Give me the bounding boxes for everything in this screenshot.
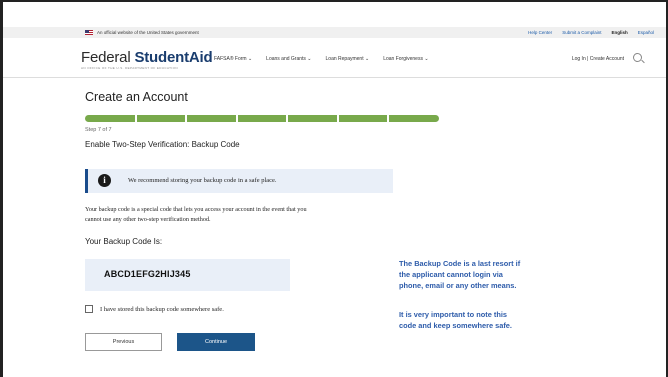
step-title: Enable Two-Step Verification: Backup Cod… xyxy=(85,140,240,149)
annotation-line: phone, email or any other means. xyxy=(399,281,517,290)
help-center-link[interactable]: Help Center xyxy=(528,30,552,35)
annotation-line: It is very important to note this xyxy=(399,310,507,319)
backup-code-label: Your Backup Code Is: xyxy=(85,237,163,246)
nav-loan-repayment[interactable]: Loan Repayment xyxy=(326,56,370,62)
step-label: Step 7 of 7 xyxy=(85,127,112,133)
submit-complaint-link[interactable]: Submit a Complaint xyxy=(562,30,601,35)
annotation-line: the applicant cannot login via xyxy=(399,270,503,279)
annotation-note-1: The Backup Code is a last resort if the … xyxy=(399,258,619,291)
continue-button[interactable]: Continue xyxy=(177,333,255,351)
nav-loans-and-grants[interactable]: Loans and Grants xyxy=(266,56,311,62)
backup-code-value: ABCD1EFG2HIJ345 xyxy=(104,269,191,279)
nav-fafsa-form[interactable]: FAFSA® Form xyxy=(214,56,252,62)
nav-loan-forgiveness[interactable]: Loan Forgiveness xyxy=(383,56,428,62)
progress-divider xyxy=(235,115,238,122)
description-line-1: Your backup code is a special code that … xyxy=(85,206,307,213)
annotation-line: code and keep somewhere safe. xyxy=(399,321,512,330)
annotation-note-2: It is very important to note this code a… xyxy=(399,309,619,331)
logo-subtitle: AN OFFICE OF THE U.S. DEPARTMENT OF EDUC… xyxy=(81,66,178,70)
stored-checkbox[interactable] xyxy=(85,305,93,313)
progress-divider xyxy=(387,115,390,122)
stored-confirmation[interactable]: I have stored this backup code somewhere… xyxy=(85,305,224,313)
progress-divider xyxy=(185,115,188,122)
backup-code-box: ABCD1EFG2HIJ345 xyxy=(85,259,290,291)
espanol-link[interactable]: Español xyxy=(638,30,654,35)
alert-text: We recommend storing your backup code in… xyxy=(128,177,277,184)
page-title: Create an Account xyxy=(85,90,188,104)
federal-student-aid-logo[interactable]: Federal StudentAid xyxy=(81,49,213,66)
utility-links: Help Center Submit a Complaint English E… xyxy=(528,30,654,35)
previous-button[interactable]: Previous xyxy=(85,333,162,351)
gov-banner-text: An official website of the United States… xyxy=(97,30,199,35)
progress-divider xyxy=(336,115,339,122)
progress-divider xyxy=(134,115,137,122)
description-line-2: cannot use any other two-step verificati… xyxy=(85,216,211,223)
search-icon[interactable] xyxy=(633,53,642,62)
info-alert: i We recommend storing your backup code … xyxy=(85,169,393,193)
info-icon: i xyxy=(98,174,111,187)
gov-banner: An official website of the United States… xyxy=(3,27,666,38)
english-link[interactable]: English xyxy=(611,30,627,35)
annotation-line: The Backup Code is a last resort if xyxy=(399,259,521,268)
progress-bar xyxy=(85,115,439,122)
account-links[interactable]: Log In | Create Account xyxy=(572,56,624,62)
site-header: Federal StudentAid AN OFFICE OF THE U.S.… xyxy=(3,38,666,78)
progress-divider xyxy=(286,115,289,122)
us-flag-icon xyxy=(85,30,93,35)
stored-checkbox-label[interactable]: I have stored this backup code somewhere… xyxy=(100,306,224,313)
description: Your backup code is a special code that … xyxy=(85,205,405,225)
main-nav: FAFSA® Form Loans and Grants Loan Repaym… xyxy=(214,56,429,62)
